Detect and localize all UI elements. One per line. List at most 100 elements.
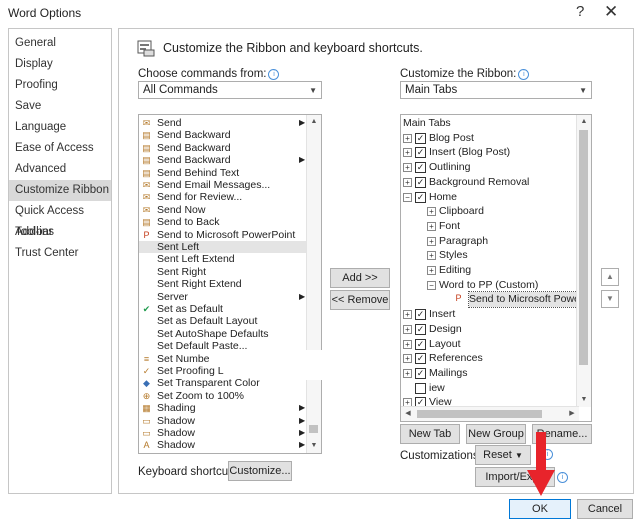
checkbox[interactable]: ✓	[415, 309, 426, 321]
command-item[interactable]: A Shadow ▶	[139, 439, 307, 451]
checkbox[interactable]: ✓	[415, 367, 426, 379]
sidebar-item-quick-access-toolbar[interactable]: Quick Access Toolbar	[9, 201, 111, 238]
move-down-button[interactable]: ▼	[601, 290, 619, 308]
scroll-up-icon[interactable]: ▲	[307, 115, 321, 129]
command-item[interactable]: ▦ Shading ▶	[139, 402, 307, 414]
help-button[interactable]: ?	[576, 3, 584, 20]
command-item[interactable]: ▤ Send Backward	[139, 142, 307, 154]
command-item[interactable]: ✉ Send ▶	[139, 117, 307, 129]
commands-list[interactable]: A Shadow ▶ ▭ Shadow ▶ ▭ Shadow ▶ ▦ Shading ▶ ⊕ Set Zo…	[138, 114, 322, 454]
scroll-left-icon[interactable]: ◀	[401, 407, 415, 421]
tree-hscrollbar[interactable]: ◀ ▶	[401, 406, 579, 421]
command-item[interactable]: ⊕ Set Zoom to 100%	[139, 390, 307, 402]
tree-node[interactable]: + ✓ Background Removal	[401, 175, 579, 190]
hscroll-thumb[interactable]	[417, 410, 542, 418]
tree-node[interactable]: + ✓ Blog Post	[401, 131, 579, 146]
checkbox[interactable]: ✓	[415, 323, 426, 335]
command-item[interactable]: ✉ Send for Review...	[139, 191, 307, 203]
checkbox[interactable]	[415, 382, 426, 394]
command-item[interactable]: ▤ Send Backward	[139, 129, 307, 141]
new-tab-button[interactable]: New Tab	[400, 424, 460, 444]
expand-icon[interactable]: +	[403, 310, 412, 320]
expand-icon[interactable]: +	[403, 148, 412, 158]
sidebar-item-save[interactable]: Save	[9, 96, 111, 117]
tree-node[interactable]: + ✓ Outlining	[401, 160, 579, 175]
expand-icon[interactable]: +	[403, 339, 412, 349]
checkbox[interactable]: ✓	[415, 132, 426, 144]
checkbox[interactable]: ✓	[415, 176, 426, 188]
sidebar-item-general[interactable]: General	[9, 33, 111, 54]
command-item[interactable]: Sent Right	[139, 266, 307, 278]
command-item[interactable]: Set AutoShape Defaults	[139, 328, 307, 340]
add-button[interactable]: Add >>	[330, 268, 390, 288]
tree-node[interactable]: iew	[401, 381, 579, 396]
collapse-icon[interactable]: −	[427, 280, 436, 290]
sidebar-item-language[interactable]: Language	[9, 117, 111, 138]
command-item[interactable]: P Send to Microsoft PowerPoint	[139, 229, 307, 241]
reset-button[interactable]: Reset ▼	[475, 445, 531, 465]
tree-node[interactable]: P Send to Microsoft PowerPoint	[401, 291, 591, 309]
tree-node[interactable]: + Editing	[401, 263, 579, 278]
expand-icon[interactable]: +	[403, 324, 412, 334]
tree-node[interactable]: + ✓ Insert	[401, 307, 579, 322]
command-item[interactable]: ▤ Send to Back	[139, 216, 307, 228]
expand-icon[interactable]: +	[427, 266, 436, 275]
command-item[interactable]: ✉ Send Email Messages...	[139, 179, 307, 191]
move-up-button[interactable]: ▲	[601, 268, 619, 286]
sidebar-item-proofing[interactable]: Proofing	[9, 75, 111, 96]
command-item[interactable]: ▭ Shadow ▶	[139, 427, 307, 439]
expand-icon[interactable]: +	[403, 354, 412, 364]
expand-icon[interactable]: +	[403, 177, 412, 187]
sidebar-item-advanced[interactable]: Advanced	[9, 159, 111, 180]
expand-icon[interactable]: +	[427, 207, 436, 217]
command-item[interactable]: ▤ Send Backward ▶	[139, 154, 307, 166]
remove-button[interactable]: << Remove	[330, 290, 390, 310]
cancel-button[interactable]: Cancel	[577, 499, 633, 519]
tree-node[interactable]: + Clipboard	[401, 204, 579, 219]
scroll-down-icon[interactable]: ▼	[577, 393, 591, 407]
tree-node[interactable]: − ✓ Home	[401, 190, 579, 205]
command-item[interactable]: ▤ Send Behind Text	[139, 167, 307, 179]
sidebar-item-ease-of-access[interactable]: Ease of Access	[9, 138, 111, 159]
tree-node[interactable]: + ✓ Mailings	[401, 366, 579, 381]
expand-icon[interactable]: +	[403, 368, 412, 378]
choose-commands-dropdown[interactable]: All Commands ▼	[138, 81, 322, 99]
customize-shortcuts-button[interactable]: Customize...	[228, 461, 292, 481]
scroll-thumb[interactable]	[579, 130, 588, 365]
expand-icon[interactable]: +	[403, 163, 412, 173]
command-item[interactable]: Sent Left	[139, 241, 307, 254]
sidebar-item-customize-ribbon[interactable]: Customize Ribbon	[9, 180, 111, 201]
ribbon-tree[interactable]: +Developer+✓Viewiew+✓Mailings+✓Reference…	[400, 114, 592, 422]
close-button[interactable]: ✕	[604, 2, 618, 22]
collapse-icon[interactable]: −	[403, 192, 412, 202]
scroll-right-icon[interactable]: ▶	[565, 407, 579, 421]
checkbox[interactable]: ✓	[415, 147, 426, 159]
command-item[interactable]: Sent Right Extend	[139, 278, 307, 290]
checkbox[interactable]: ✓	[415, 338, 426, 350]
scroll-down-icon[interactable]: ▼	[307, 439, 321, 453]
scroll-thumb[interactable]	[309, 425, 318, 433]
tree-node[interactable]: + Font	[401, 219, 579, 234]
tree-node[interactable]: + ✓ Layout	[401, 337, 579, 352]
expand-icon[interactable]: +	[427, 236, 436, 246]
tree-scrollbar[interactable]: ▲ ▼	[576, 115, 591, 407]
checkbox[interactable]: ✓	[415, 162, 426, 174]
ok-button[interactable]: OK	[509, 499, 571, 519]
sidebar-item-trust-center[interactable]: Trust Center	[9, 243, 111, 264]
expand-icon[interactable]: +	[427, 251, 436, 261]
customize-ribbon-dropdown[interactable]: Main Tabs ▼	[400, 81, 592, 99]
command-item[interactable]: ✉ Send Now	[139, 204, 307, 216]
tree-node[interactable]: + ✓ Insert (Blog Post)	[401, 145, 579, 160]
tree-node[interactable]: + ✓ References	[401, 351, 579, 366]
tree-node[interactable]: + Paragraph	[401, 234, 579, 249]
new-group-button[interactable]: New Group	[466, 424, 526, 444]
checkbox[interactable]: ✓	[415, 191, 426, 203]
tree-node[interactable]: + Styles	[401, 248, 579, 263]
commands-scrollbar[interactable]: ▲ ▼	[306, 115, 321, 453]
tree-node[interactable]: − Word to PP (Custom)	[401, 278, 579, 293]
command-item[interactable]: ✔ Set as Default	[139, 303, 307, 315]
expand-icon[interactable]: +	[403, 133, 412, 143]
tree-node[interactable]: + ✓ Design	[401, 322, 579, 337]
command-item[interactable]: Server ▶	[139, 291, 307, 303]
command-item[interactable]: Set as Default Layout	[139, 315, 307, 327]
